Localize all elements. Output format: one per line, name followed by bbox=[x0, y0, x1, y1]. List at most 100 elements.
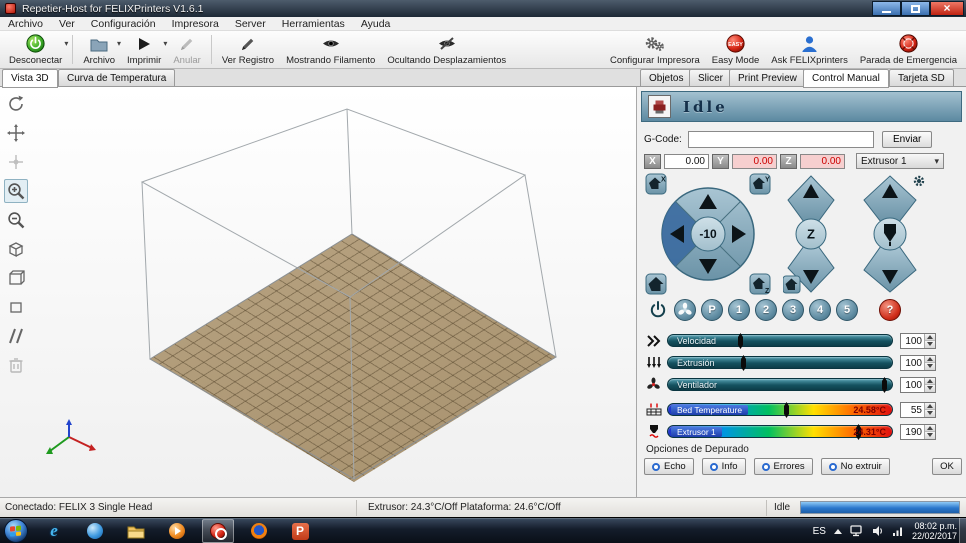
debug-echo-toggle[interactable]: Echo bbox=[644, 458, 694, 475]
browser-icon[interactable] bbox=[79, 519, 111, 543]
tab-print-preview[interactable]: Print Preview bbox=[729, 69, 806, 87]
move-object-icon[interactable] bbox=[4, 150, 28, 174]
menu-server[interactable]: Server bbox=[227, 18, 274, 30]
start-button[interactable] bbox=[4, 519, 28, 543]
isometric-view-icon[interactable] bbox=[4, 237, 28, 261]
home-z-button[interactable]: Z bbox=[750, 274, 770, 295]
slider-thumb[interactable] bbox=[882, 377, 887, 393]
side-view-icon[interactable] bbox=[4, 295, 28, 319]
preset-5-button[interactable]: 5 bbox=[836, 299, 858, 321]
slider-thumb[interactable] bbox=[784, 402, 789, 418]
toolbar-printer-settings-button[interactable]: Configurar Impresora bbox=[604, 32, 706, 67]
rotate-view-icon[interactable] bbox=[4, 92, 28, 116]
flow-slider[interactable]: Extrusión bbox=[667, 356, 893, 369]
debug-dry-run-toggle[interactable]: No extruir bbox=[821, 458, 890, 475]
menu-herramientas[interactable]: Herramientas bbox=[274, 18, 353, 30]
home-z-small-button[interactable] bbox=[783, 276, 800, 293]
home-y-button[interactable]: Y bbox=[750, 174, 770, 194]
close-button[interactable] bbox=[930, 1, 964, 16]
debug-errors-toggle[interactable]: Errores bbox=[754, 458, 813, 475]
park-button[interactable]: P bbox=[701, 299, 723, 321]
jog-pad-xy[interactable]: X Y Z -10 bbox=[645, 173, 771, 295]
slider-thumb[interactable] bbox=[738, 333, 743, 349]
menu-configuracion[interactable]: Configuración bbox=[83, 18, 164, 30]
help-button[interactable]: ? bbox=[879, 299, 901, 321]
extruder-temp-spinner[interactable]: 190 bbox=[900, 424, 936, 440]
zoom-out-icon[interactable] bbox=[4, 208, 28, 232]
delete-object-icon[interactable] bbox=[4, 353, 28, 377]
slider-thumb[interactable] bbox=[741, 355, 746, 371]
spinner-arrows[interactable] bbox=[924, 378, 935, 392]
toolbar-hide-travel-button[interactable]: Ocultando Desplazamientos bbox=[381, 32, 512, 67]
show-desktop-button[interactable] bbox=[959, 518, 966, 543]
tab-objetos[interactable]: Objetos bbox=[640, 69, 692, 87]
fan-spinner[interactable]: 100 bbox=[900, 377, 936, 393]
speed-spinner[interactable]: 100 bbox=[900, 333, 936, 349]
menu-ayuda[interactable]: Ayuda bbox=[353, 18, 399, 30]
power-icon bbox=[26, 34, 45, 54]
media-player-icon[interactable] bbox=[161, 519, 193, 543]
toolbar-emergency-stop-button[interactable]: Parada de Emergencia bbox=[854, 32, 963, 67]
explorer-folder-icon[interactable] bbox=[120, 519, 152, 543]
tab-slicer[interactable]: Slicer bbox=[689, 69, 732, 87]
clock[interactable]: 08:02 p.m. 22/02/2017 bbox=[912, 521, 957, 542]
jog-pad-extruder[interactable] bbox=[853, 173, 927, 295]
toolbar-log-button[interactable]: Ver Registro bbox=[216, 32, 280, 67]
viewport-3d[interactable] bbox=[0, 87, 636, 497]
flow-spinner[interactable]: 100 bbox=[900, 355, 936, 371]
minimize-button[interactable] bbox=[872, 1, 901, 16]
powerpoint-icon[interactable]: P bbox=[284, 519, 316, 543]
internet-explorer-icon[interactable]: e bbox=[38, 519, 70, 543]
send-gcode-button[interactable]: Enviar bbox=[882, 131, 932, 148]
maximize-button[interactable] bbox=[901, 1, 930, 16]
signal-icon[interactable] bbox=[892, 525, 904, 537]
zoom-in-icon[interactable] bbox=[4, 179, 28, 203]
extruder-temp-slider[interactable]: Extrusor 1 24.31°C bbox=[667, 425, 893, 438]
tab-vista-3d[interactable]: Vista 3D bbox=[2, 69, 58, 88]
toolbar-ask-felix-button[interactable]: Ask FELIXprinters bbox=[765, 32, 854, 67]
toolbar-disconnect-button[interactable]: Desconectar bbox=[3, 32, 68, 67]
power-toggle-button[interactable] bbox=[647, 299, 669, 321]
keyboard-language[interactable]: ES bbox=[813, 526, 826, 537]
speed-slider[interactable]: Velocidad bbox=[667, 334, 893, 347]
bed-temp-spinner[interactable]: 55 bbox=[900, 402, 936, 418]
tab-curva-temperatura[interactable]: Curva de Temperatura bbox=[58, 69, 175, 87]
extruder-motor-icon[interactable] bbox=[915, 177, 923, 185]
front-view-icon[interactable] bbox=[4, 266, 28, 290]
menu-ver[interactable]: Ver bbox=[51, 18, 83, 30]
volume-icon[interactable] bbox=[872, 525, 884, 537]
spinner-arrows[interactable] bbox=[924, 356, 935, 370]
preset-2-button[interactable]: 2 bbox=[755, 299, 777, 321]
parallel-projection-icon[interactable] bbox=[4, 324, 28, 348]
pan-view-icon[interactable] bbox=[4, 121, 28, 145]
bed-temp-slider[interactable]: Bed Temperature 24.58°C bbox=[667, 403, 893, 416]
motor-off-button[interactable] bbox=[674, 299, 696, 321]
debug-info-toggle[interactable]: Info bbox=[702, 458, 746, 475]
toolbar-show-filament-button[interactable]: Mostrando Filamento bbox=[280, 32, 381, 67]
home-all-button[interactable] bbox=[646, 274, 666, 294]
gcode-input[interactable] bbox=[688, 131, 874, 148]
tab-tarjeta-sd[interactable]: Tarjeta SD bbox=[889, 69, 954, 87]
spinner-arrows[interactable] bbox=[924, 403, 935, 417]
jog-pad-z[interactable]: Z bbox=[783, 173, 839, 295]
spinner-arrows[interactable] bbox=[924, 334, 935, 348]
network-icon[interactable] bbox=[850, 525, 864, 537]
home-x-button[interactable]: X bbox=[646, 174, 666, 194]
preset-4-button[interactable]: 4 bbox=[809, 299, 831, 321]
extruder-select[interactable]: Extrusor 1 bbox=[856, 153, 944, 169]
ok-button[interactable]: OK bbox=[932, 458, 962, 475]
hidden-icons-arrow[interactable] bbox=[834, 529, 842, 534]
toolbar-print-button[interactable]: Imprimir bbox=[121, 32, 167, 67]
repetier-host-taskbar-icon[interactable] bbox=[202, 519, 234, 543]
spinner-arrows[interactable] bbox=[924, 425, 935, 439]
preset-3-button[interactable]: 3 bbox=[782, 299, 804, 321]
menu-archivo[interactable]: Archivo bbox=[0, 18, 51, 30]
dropdown-arrow-icon[interactable] bbox=[64, 39, 68, 48]
toolbar-easy-mode-button[interactable]: EASY Easy Mode bbox=[706, 32, 766, 67]
tab-control-manual[interactable]: Control Manual bbox=[803, 69, 889, 88]
menu-impresora[interactable]: Impresora bbox=[164, 18, 227, 30]
fan-slider[interactable]: Ventilador bbox=[667, 378, 893, 391]
preset-1-button[interactable]: 1 bbox=[728, 299, 750, 321]
firefox-icon[interactable] bbox=[243, 519, 275, 543]
toolbar-file-button[interactable]: Archivo bbox=[77, 32, 121, 67]
